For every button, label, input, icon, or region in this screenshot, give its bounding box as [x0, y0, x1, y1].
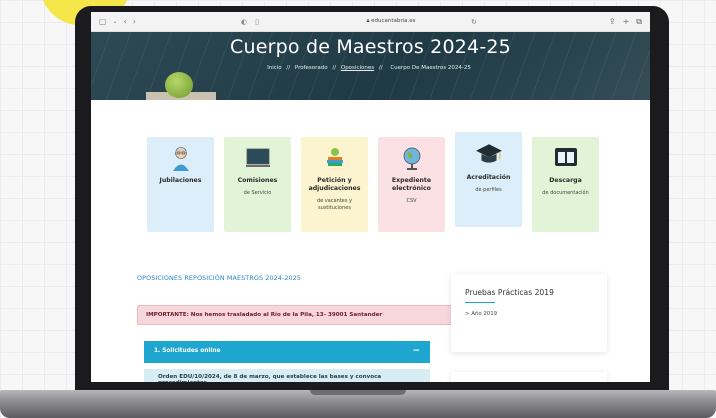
browser-nav: ▢ ⌄ ‹ › [99, 17, 136, 26]
whiteboard-icon [245, 148, 270, 167]
page-title: Cuerpo de Maestros 2024-25 [230, 36, 511, 58]
globe-icon [403, 147, 420, 170]
reload-icon[interactable]: ↻ [471, 18, 477, 26]
card-title: Petición y adjudicaciones [308, 177, 361, 193]
breadcrumb: Inicio // Profesorado // Oposiciones // … [91, 65, 650, 71]
open-book-icon [554, 148, 577, 166]
browser-mid-icons: ◐ ▯ [241, 18, 259, 26]
address-bar[interactable]: 🔒︎ educantabria.es [291, 18, 491, 25]
collapse-icon[interactable]: − [412, 346, 420, 356]
important-alert: IMPORTANTE: Nos hemos trasladado al Río … [137, 305, 455, 325]
section-title: OPOSICIONES REPOSICIÓN MAESTROS 2024-202… [137, 274, 302, 282]
card-title: Comisiones [237, 177, 278, 184]
card-title: Descarga [549, 177, 582, 184]
card-peticion-adjudicaciones[interactable]: Petición y adjudicaciones de vacantes y … [301, 137, 368, 232]
divider [465, 302, 495, 303]
accordion-header-solicitudes[interactable]: 1. Solicitudes online − [144, 341, 430, 363]
breadcrumb-item-oposiciones[interactable]: Oposiciones [341, 65, 374, 71]
laptop-screen: ▢ ⌄ ‹ › ◐ ▯ 🔒︎ educantabria.es ↻ ⇪ + ⧉ C… [91, 12, 650, 382]
elder-person-icon [172, 147, 189, 171]
card-subtitle: de vacantes y sustituciones [316, 198, 353, 212]
breadcrumb-item-profesorado[interactable]: Profesorado [295, 65, 328, 71]
card-title: Jubilaciones [159, 177, 202, 184]
breadcrumb-current: Cuerpo De Maestros 2024-25 [390, 65, 471, 71]
breadcrumb-separator: // [378, 65, 383, 71]
share-icon[interactable]: ⇪ [609, 17, 616, 27]
chevron-right-icon[interactable]: › [133, 17, 136, 26]
sidebar-widget-2 [451, 372, 607, 382]
accordion-body: Orden EDU/10/2024, de 8 de marzo, que es… [144, 369, 430, 382]
card-jubilaciones[interactable]: Jubilaciones [147, 137, 214, 232]
accordion-title: 1. Solicitudes online [154, 348, 221, 354]
breadcrumb-separator: // [286, 65, 291, 71]
tabs-icon[interactable]: ⧉ [636, 17, 642, 27]
reader-icon[interactable]: ▯ [255, 18, 259, 26]
privacy-icon[interactable]: ◐ [241, 18, 247, 26]
card-subtitle: de documentación [542, 190, 589, 197]
card-expediente-electronico[interactable]: Expediente electrónico CSV [378, 137, 445, 232]
card-title: Acreditación [466, 174, 511, 181]
card-comisiones[interactable]: Comisiones de Servicio [224, 137, 291, 232]
card-title: Expediente electrónico [391, 177, 432, 193]
card-subtitle: de Servicio [243, 190, 272, 197]
card-subtitle: de perfiles [475, 187, 502, 194]
sidebar-title: Pruebas Prácticas 2019 [465, 288, 554, 297]
browser-actions: ⇪ + ⧉ [609, 17, 642, 27]
url-text: educantabria.es [371, 18, 416, 24]
chevron-down-icon[interactable]: ⌄ [113, 18, 118, 25]
sidebar-widget: Pruebas Prácticas 2019 > Año 2019 [451, 274, 607, 352]
page-hero: Cuerpo de Maestros 2024-25 Inicio // Pro… [91, 32, 650, 100]
breadcrumb-item-inicio[interactable]: Inicio [267, 65, 282, 71]
plus-icon[interactable]: + [623, 17, 630, 27]
sidebar-item-ano-2019[interactable]: > Año 2019 [465, 311, 593, 317]
browser-toolbar: ▢ ⌄ ‹ › ◐ ▯ 🔒︎ educantabria.es ↻ ⇪ + ⧉ [91, 12, 650, 32]
card-descarga[interactable]: Descarga de documentación [532, 137, 599, 232]
chevron-left-icon[interactable]: ‹ [124, 17, 127, 26]
lock-icon: 🔒︎ [366, 18, 370, 24]
sidebar-icon[interactable]: ▢ [99, 17, 107, 26]
books-apple-icon [326, 148, 343, 166]
hero-apple [165, 72, 193, 98]
laptop-notch [310, 390, 406, 395]
card-subtitle: CSV [406, 198, 417, 205]
graduation-cap-icon [475, 144, 502, 163]
breadcrumb-separator: // [332, 65, 337, 71]
card-acreditacion[interactable]: Acreditación de perfiles [455, 132, 522, 227]
quick-links: Jubilaciones Comisiones de Servicio Peti… [147, 132, 607, 242]
